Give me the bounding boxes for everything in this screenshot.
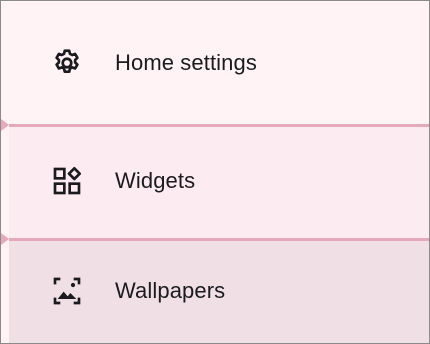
menu-item-wallpapers[interactable]: Wallpapers	[9, 238, 429, 343]
wallpaper-icon	[49, 273, 85, 309]
menu-item-label: Widgets	[115, 168, 196, 193]
menu-item-widgets[interactable]: Widgets	[9, 124, 429, 238]
menu-item-home-settings[interactable]: Home settings	[9, 1, 429, 124]
gear-icon	[49, 45, 85, 81]
widgets-icon	[49, 163, 85, 199]
home-popup-menu: Home settings Widgets Wallpapers	[1, 1, 429, 343]
menu-item-label: Wallpapers	[115, 277, 226, 303]
divider-notch	[1, 233, 9, 245]
divider-notch	[1, 119, 9, 131]
menu-item-label: Home settings	[115, 49, 257, 75]
menu-divider	[9, 124, 429, 127]
menu-divider	[9, 238, 429, 241]
popup-menu-frame: Home settings Widgets Wallpapers	[0, 0, 430, 344]
